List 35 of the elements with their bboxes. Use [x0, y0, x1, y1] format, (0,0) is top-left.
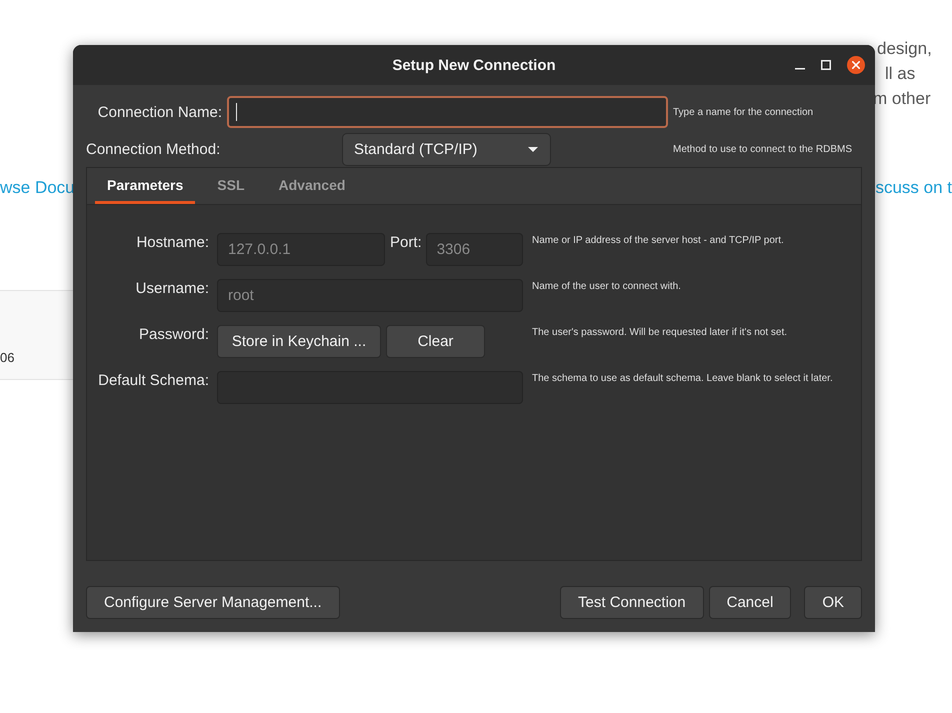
dialog-button[interactable]: Cancel [708, 586, 792, 619]
text-field[interactable]: 127.0.0.1 [217, 233, 385, 266]
field-label: Hostname: [135, 233, 209, 252]
dialog-button[interactable]: Configure Server Management... [86, 586, 340, 619]
maximize-icon[interactable] [821, 60, 831, 70]
field-label: Password: [138, 325, 209, 344]
help-text: The user's password. Will be requested later if it's not set. [532, 326, 788, 339]
text-field[interactable]: root [217, 279, 523, 312]
paragraph-text: design, [877, 38, 932, 60]
paragraph-text: ll as [885, 63, 916, 85]
tab[interactable]: SSL [205, 168, 257, 204]
close-icon[interactable] [847, 56, 865, 74]
help-text: Type a name for the connection [673, 106, 814, 118]
window-title: Setup New Connection [392, 56, 556, 74]
help-text: Name or IP address of the server host - and TCP/IP port. [532, 234, 785, 247]
tab[interactable]: Parameters [95, 168, 196, 204]
dropdown[interactable]: Standard (TCP/IP) [342, 133, 551, 166]
field-label: Connection Name: [96, 104, 222, 120]
text-field[interactable] [227, 96, 668, 128]
dialog-button[interactable]: Test Connection [560, 586, 704, 619]
help-text: Name of the user to connect with. [532, 280, 682, 293]
field-label: Port: [390, 234, 422, 252]
caret-icon [528, 147, 538, 152]
tab[interactable]: Advanced [266, 168, 358, 204]
card-text: 06 [0, 350, 14, 366]
text-cursor-icon [236, 103, 237, 121]
text-field[interactable]: 3306 [426, 233, 523, 266]
field-label: Default Schema: [97, 371, 209, 390]
help-text: The schema to use as default schema. Leave blank to select it later. [532, 372, 834, 385]
field-label: Username: [134, 279, 209, 298]
help-text: Method to use to connect to the RDBMS [673, 144, 853, 155]
dialog-button[interactable]: OK [804, 586, 862, 619]
field-label: Connection Method: [86, 141, 222, 158]
dialog-button[interactable]: Clear [386, 325, 485, 358]
dialog-button[interactable]: Store in Keychain ... [217, 325, 381, 358]
